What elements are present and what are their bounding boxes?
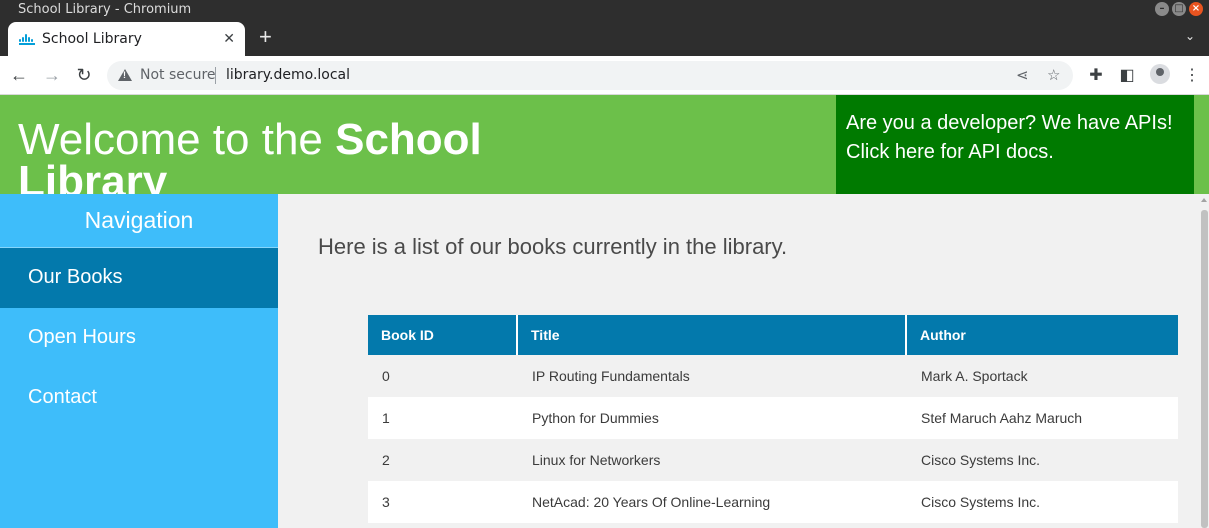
cell-author: Cisco Systems Inc. (907, 439, 1178, 481)
site-header: Welcome to the School Library Are you a … (0, 95, 1209, 204)
url-text[interactable]: library.demo.local (226, 67, 350, 83)
window-titlebar: School Library - Chromium – □ × (0, 0, 1209, 19)
table-row: 1 Python for Dummies Stef Maruch Aahz Ma… (368, 397, 1178, 439)
api-line-2: Click here for API docs. (846, 141, 1054, 163)
cell-title: IP Routing Fundamentals (518, 355, 907, 397)
back-button[interactable]: ← (8, 64, 30, 86)
sidebar-nav: Navigation Our Books Open Hours Contact (0, 194, 278, 528)
scrollbar-thumb[interactable] (1201, 210, 1208, 528)
intro-text: Here is a list of our books currently in… (318, 234, 788, 259)
new-tab-button[interactable]: + (259, 26, 272, 48)
menu-icon[interactable]: ⋮ (1181, 65, 1203, 85)
api-line-1: Are you a developer? We have APIs! (846, 112, 1173, 134)
profile-avatar[interactable] (1150, 64, 1170, 84)
cell-author: Cisco Systems Inc. (907, 481, 1178, 523)
sidebar-item-contact[interactable]: Contact (0, 368, 278, 428)
api-docs-link[interactable]: Are you a developer? We have APIs! Click… (836, 95, 1194, 194)
close-icon[interactable]: ✕ (223, 30, 235, 47)
browser-toolbar: ← → ↻ Not secure library.demo.local ⋖ ☆ … (0, 56, 1209, 95)
extensions-icon[interactable]: ✚ (1085, 65, 1107, 85)
sidebar-item-our-books[interactable]: Our Books (0, 248, 278, 308)
warning-icon[interactable] (118, 69, 132, 81)
bookmark-star-icon[interactable]: ☆ (1047, 66, 1060, 84)
maximize-button[interactable]: □ (1172, 2, 1186, 16)
table-row: 0 IP Routing Fundamentals Mark A. Sporta… (368, 355, 1178, 397)
table-row: 3 NetAcad: 20 Years Of Online-Learning C… (368, 481, 1178, 523)
reload-button[interactable]: ↻ (73, 64, 95, 86)
forward-button[interactable]: → (41, 64, 63, 86)
page-scrollbar[interactable] (1199, 194, 1209, 528)
cell-author: Mark A. Sportack (907, 355, 1178, 397)
column-header-author: Author (907, 315, 1178, 355)
omnibox-divider (215, 67, 216, 84)
sidebar-item-open-hours[interactable]: Open Hours (0, 308, 278, 368)
main-content: Here is a list of our books currently in… (278, 194, 1199, 528)
address-bar[interactable]: Not secure library.demo.local ⋖ ☆ (107, 61, 1073, 90)
books-table: Book ID Title Author 0 IP Routing Fundam… (368, 315, 1178, 523)
table-header-row: Book ID Title Author (368, 315, 1178, 355)
nav-heading: Navigation (0, 194, 278, 248)
tab-title: School Library (42, 31, 142, 47)
tab-strip: School Library ✕ + ⌄ (0, 19, 1209, 56)
security-label[interactable]: Not secure (140, 67, 216, 83)
cell-author: Stef Maruch Aahz Maruch (907, 397, 1178, 439)
scroll-up-arrow-icon[interactable] (1201, 198, 1207, 202)
window-title: School Library - Chromium (18, 2, 192, 17)
side-panel-icon[interactable]: ◧ (1116, 65, 1138, 85)
cell-title: Python for Dummies (518, 397, 907, 439)
cell-book-id: 1 (368, 397, 518, 439)
tab-school-library[interactable]: School Library ✕ (8, 22, 245, 56)
column-header-book-id: Book ID (368, 315, 518, 355)
chevron-down-icon[interactable]: ⌄ (1185, 29, 1195, 43)
cell-book-id: 2 (368, 439, 518, 481)
cell-book-id: 0 (368, 355, 518, 397)
share-icon[interactable]: ⋖ (1016, 66, 1029, 84)
cisco-favicon-icon (19, 34, 35, 45)
cell-book-id: 3 (368, 481, 518, 523)
window-controls: – □ × (1155, 2, 1203, 16)
cell-title: NetAcad: 20 Years Of Online-Learning (518, 481, 907, 523)
close-window-button[interactable]: × (1189, 2, 1203, 16)
column-header-title: Title (518, 315, 907, 355)
page-title: Welcome to the School Library (18, 118, 578, 204)
cell-title: Linux for Networkers (518, 439, 907, 481)
minimize-button[interactable]: – (1155, 2, 1169, 16)
table-row: 2 Linux for Networkers Cisco Systems Inc… (368, 439, 1178, 481)
